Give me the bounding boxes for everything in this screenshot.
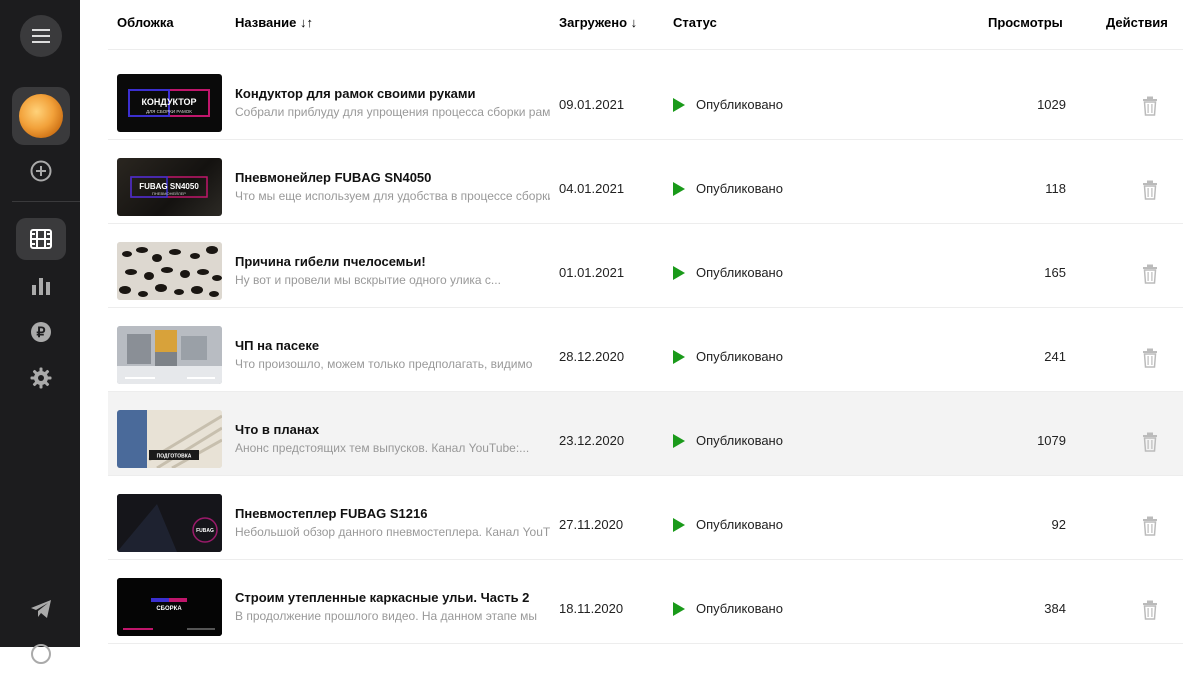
bar-chart-icon [32,278,50,295]
stats-button[interactable] [20,265,62,307]
channel-avatar-button[interactable] [12,87,70,145]
header-title-sort[interactable]: Название ↓↑ [235,15,313,30]
video-description: Что мы еще используем для удобства в про… [235,189,550,203]
table-row[interactable]: КОНДУКТОР ДЛЯ СБОРКИ РАМОК Кондуктор для… [108,56,1183,140]
sidebar-extra-button[interactable] [20,633,62,675]
circle-icon [31,644,51,664]
video-title[interactable]: ЧП на пасеке [235,338,555,353]
thumbnail-text: FUBAG SN4050 [139,182,199,191]
trash-icon[interactable] [1142,264,1158,284]
video-thumbnail[interactable]: FUBAG SN4050 ПНЕВМОНЕЙЛЕР [117,158,222,216]
header-cover: Обложка [117,15,174,30]
table-row[interactable]: Причина гибели пчелосемьи! Ну вот и пров… [108,224,1183,308]
menu-icon [32,29,50,43]
upload-date: 04.01.2021 [559,181,625,196]
upload-date: 28.12.2020 [559,349,625,364]
views-count: 384 [1044,601,1066,616]
status-text: Опубликовано [696,601,783,616]
telegram-icon [31,600,51,618]
sidebar: ₽ [0,0,80,664]
upload-date: 23.12.2020 [559,433,625,448]
video-description: Небольшой обзор данного пневмостеплера. … [235,525,550,539]
thumbnail-text: ПОДГОТОВКА [157,454,192,460]
table-row[interactable]: СБОРКА Строим утепленные каркасные ульи.… [108,560,1183,644]
video-description: Ну вот и провели мы вскрытие одного улик… [235,273,501,287]
views-count: 165 [1044,265,1066,280]
header-views: Просмотры [988,15,1063,30]
video-title[interactable]: Что в планах [235,422,555,437]
published-play-icon [673,182,685,196]
thumbnail-subtext: ДЛЯ СБОРКИ РАМОК [146,109,192,114]
views-count: 1079 [1037,433,1066,448]
video-description: Анонс предстоящих тем выпусков. Канал Yo… [235,441,530,455]
published-play-icon [673,602,685,616]
video-title[interactable]: Причина гибели пчелосемьи! [235,254,555,269]
trash-icon[interactable] [1142,600,1158,620]
trash-icon[interactable] [1142,180,1158,200]
table-header: Обложка Название ↓↑ Загружено ↓ Статус П… [108,0,1183,50]
video-thumbnail[interactable]: FUBAG [117,494,222,552]
table-row[interactable]: ЧП на пасеке Что произошло, можем только… [108,308,1183,392]
upload-date: 18.11.2020 [559,601,624,616]
trash-icon[interactable] [1142,348,1158,368]
add-icon [30,160,52,182]
views-count: 1029 [1037,97,1066,112]
upload-date: 27.11.2020 [559,517,624,532]
telegram-button[interactable] [20,588,62,630]
thumbnail-text: FUBAG [196,528,214,534]
thumbnail-subtext: ПНЕВМОНЕЙЛЕР [152,191,186,196]
trash-icon[interactable] [1142,516,1158,536]
views-count: 118 [1045,181,1066,196]
video-thumbnail[interactable]: СБОРКА [117,578,222,636]
video-title[interactable]: Пневмонейлер FUBAG SN4050 [235,170,555,185]
thumbnail-text: СБОРКА [156,606,182,612]
published-play-icon [673,434,685,448]
header-actions: Действия [1106,15,1168,30]
table-row[interactable]: FUBAG SN4050 ПНЕВМОНЕЙЛЕР Пневмонейлер F… [108,140,1183,224]
video-thumbnail[interactable] [117,242,222,300]
video-table: Обложка Название ↓↑ Загружено ↓ Статус П… [80,0,1200,647]
published-play-icon [673,98,685,112]
settings-button[interactable] [20,357,62,399]
gear-icon [30,367,52,389]
ruble-icon: ₽ [31,322,51,342]
status-text: Опубликовано [696,265,783,280]
published-play-icon [673,518,685,532]
video-title[interactable]: Кондуктор для рамок своими руками [235,86,555,101]
status-text: Опубликовано [696,349,783,364]
table-row[interactable]: FUBAG Пневмостеплер FUBAG S1216 Небольшо… [108,476,1183,560]
trash-icon[interactable] [1142,96,1158,116]
thumbnail-text: КОНДУКТОР [141,97,196,107]
status-text: Опубликовано [696,181,783,196]
views-count: 92 [1051,517,1066,532]
video-description: Собрали приблуду для упрощения процесса … [235,105,550,119]
upload-date: 09.01.2021 [559,97,625,112]
video-thumbnail[interactable] [117,326,222,384]
published-play-icon [673,350,685,364]
film-icon [30,229,52,249]
table-row[interactable]: ПОДГОТОВКА Что в планах Анонс предстоящи… [108,392,1183,476]
add-button[interactable] [20,150,62,192]
video-description: Что произошло, можем только предполагать… [235,357,533,371]
status-text: Опубликовано [696,517,783,532]
menu-button[interactable] [20,15,62,57]
videos-button[interactable] [16,218,66,260]
video-thumbnail[interactable]: ПОДГОТОВКА [117,410,222,468]
published-play-icon [673,266,685,280]
video-title[interactable]: Пневмостеплер FUBAG S1216 [235,506,555,521]
header-uploaded-sort[interactable]: Загружено ↓ [559,15,637,30]
monetization-button[interactable]: ₽ [20,311,62,353]
status-text: Опубликовано [696,433,783,448]
header-status: Статус [673,15,717,30]
video-title[interactable]: Строим утепленные каркасные ульи. Часть … [235,590,555,605]
video-description: В продолжение прошлого видео. На данном … [235,609,538,623]
views-count: 241 [1044,349,1066,364]
status-text: Опубликовано [696,97,783,112]
upload-date: 01.01.2021 [559,265,625,280]
channel-avatar [19,94,63,138]
sidebar-divider [12,201,80,202]
trash-icon[interactable] [1142,432,1158,452]
svg-text:₽: ₽ [37,324,46,340]
video-thumbnail[interactable]: КОНДУКТОР ДЛЯ СБОРКИ РАМОК [117,74,222,132]
